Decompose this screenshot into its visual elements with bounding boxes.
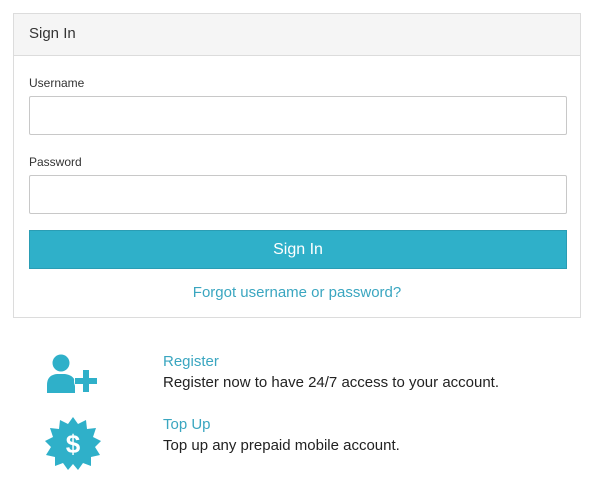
register-feature: Register Register now to have 24/7 acces… [0, 353, 606, 413]
forgot-credentials-link[interactable]: Forgot username or password? [14, 284, 580, 301]
topup-link[interactable]: Top Up [163, 416, 211, 433]
dollar-badge-icon[interactable]: $ [45, 416, 105, 470]
username-label: Username [29, 76, 85, 90]
register-link[interactable]: Register [163, 353, 219, 370]
topup-feature: $ Top Up Top up any prepaid mobile accou… [0, 416, 606, 476]
panel-title: Sign In [14, 14, 580, 56]
signin-panel: Sign In Username Password Sign In Forgot… [13, 13, 581, 318]
password-label: Password [29, 155, 82, 169]
password-input[interactable] [29, 175, 567, 214]
topup-description: Top up any prepaid mobile account. [163, 437, 400, 454]
sign-in-button[interactable]: Sign In [29, 230, 567, 269]
register-description: Register now to have 24/7 access to your… [163, 374, 500, 391]
svg-text:$: $ [66, 429, 81, 459]
add-user-icon[interactable] [44, 353, 104, 403]
username-input[interactable] [29, 96, 567, 135]
